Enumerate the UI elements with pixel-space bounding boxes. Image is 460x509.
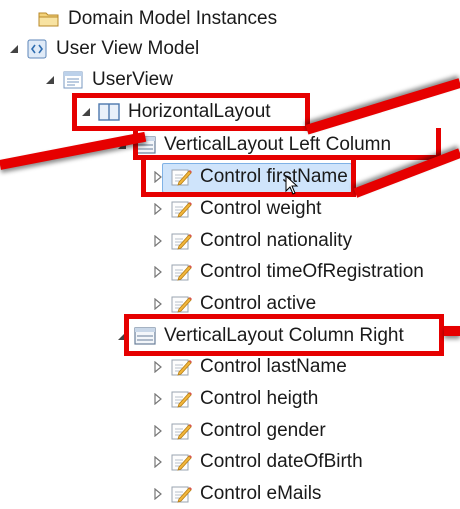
tree-item-label: Control eMails [200, 483, 322, 504]
collapsed-triangle-icon[interactable] [150, 359, 166, 375]
control-icon [170, 357, 192, 377]
collapsed-triangle-icon[interactable] [150, 296, 166, 312]
collapsed-triangle-icon[interactable] [150, 201, 166, 217]
folder-icon [38, 9, 60, 29]
tree-item-control[interactable]: Control nationality [150, 226, 352, 256]
control-icon [170, 389, 192, 409]
tree-item-label: Control gender [200, 420, 326, 441]
expanded-triangle-icon[interactable] [42, 72, 58, 88]
tree-item-label: Control nationality [200, 230, 353, 251]
collapsed-triangle-icon[interactable] [150, 264, 166, 280]
tree-item-control[interactable]: Control lastName [150, 352, 347, 382]
control-icon [170, 231, 192, 251]
collapsed-triangle-icon[interactable] [150, 391, 166, 407]
tree-item-userview[interactable]: UserView [42, 65, 173, 95]
model-icon [26, 39, 48, 59]
tree-item-label: Control lastName [200, 356, 347, 377]
control-icon [170, 452, 192, 472]
tree-item-label: Control weight [200, 198, 322, 219]
tree-item-control[interactable]: Control gender [150, 416, 326, 446]
collapsed-triangle-icon[interactable] [150, 233, 166, 249]
tree-item-label: Control dateOfBirth [200, 451, 363, 472]
annotation-frame-horizontal-layout [72, 93, 310, 131]
tree-item-label: Control heigth [200, 388, 319, 409]
control-icon [170, 199, 192, 219]
mouse-cursor-icon [285, 174, 299, 201]
collapsed-triangle-icon[interactable] [150, 454, 166, 470]
control-icon [170, 294, 192, 314]
annotation-arrow [444, 326, 460, 336]
control-icon [170, 421, 192, 441]
view-icon [62, 70, 84, 90]
tree-item-control[interactable]: Control heigth [150, 384, 318, 414]
tree-item-domain-model-instances[interactable]: Domain Model Instances [18, 4, 277, 34]
annotation-frame-right-column [124, 314, 444, 356]
annotation-arrow [305, 78, 460, 135]
tree-item-control[interactable]: Control timeOfRegistration [150, 257, 424, 287]
collapsed-triangle-icon[interactable] [150, 423, 166, 439]
control-icon [170, 484, 192, 504]
tree-item-label: UserView [92, 69, 173, 90]
control-icon [170, 262, 192, 282]
tree-item-label: User View Model [56, 38, 200, 59]
collapsed-triangle-icon[interactable] [150, 486, 166, 502]
tree-item-user-view-model[interactable]: User View Model [6, 34, 199, 64]
tree-item-control[interactable]: Control dateOfBirth [150, 447, 363, 477]
expanded-triangle-icon[interactable] [6, 41, 22, 57]
tree-item-label: Control timeOfRegistration [200, 261, 424, 282]
tree-item-label: Domain Model Instances [68, 8, 278, 29]
tree-item-control[interactable]: Control eMails [150, 479, 321, 509]
annotation-frame-firstname [141, 155, 356, 197]
